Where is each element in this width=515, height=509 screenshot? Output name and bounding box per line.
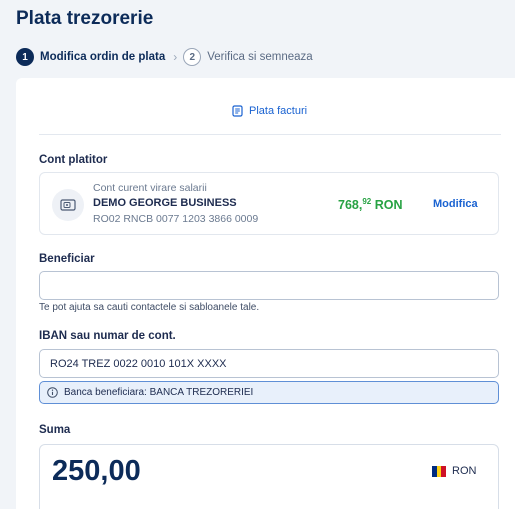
info-icon xyxy=(47,387,58,398)
romania-flag-icon xyxy=(432,465,447,477)
balance-decimals: 92 xyxy=(362,197,372,206)
wallet-icon xyxy=(52,189,84,221)
payer-account-card: Cont curent virare salarii DEMO GEORGE B… xyxy=(39,172,499,235)
beneficiary-hint: Te pot ajuta sa cauti contactele si sabl… xyxy=(39,302,260,313)
stepper: 1 Modifica ordin de plata › 2 Verifica s… xyxy=(16,48,313,66)
currency-label: RON xyxy=(452,465,477,477)
amount-section-label: Suma xyxy=(39,424,71,436)
amount-field[interactable]: 250,00 RON xyxy=(39,444,499,509)
divider xyxy=(39,134,501,135)
balance-main: 768, xyxy=(338,198,363,212)
bank-info-banner: Banca beneficiara: BANCA TREZORERIEI xyxy=(39,381,499,404)
document-icon xyxy=(232,105,243,117)
payer-account-name: DEMO GEORGE BUSINESS xyxy=(93,197,237,209)
page-title: Plata trezorerie xyxy=(16,8,154,29)
payer-section-label: Cont platitor xyxy=(39,154,108,166)
step-1-label: Modifica ordin de plata xyxy=(40,51,166,63)
beneficiary-input[interactable] xyxy=(39,271,499,300)
payer-account-iban: RO02 RNCB 0077 1203 3866 0009 xyxy=(93,213,259,225)
currency-selector[interactable]: RON xyxy=(432,465,476,477)
chevron-right-icon: › xyxy=(173,50,178,64)
modify-payer-button[interactable]: Modifica xyxy=(433,198,478,210)
step-2-label[interactable]: Verifica si semneaza xyxy=(207,51,312,63)
step-2-number: 2 xyxy=(183,48,202,66)
beneficiary-section-label: Beneficiar xyxy=(39,253,95,265)
bank-info-text: Banca beneficiara: BANCA TREZORERIEI xyxy=(64,387,254,398)
iban-input[interactable] xyxy=(39,349,499,378)
payer-balance: 768,92 RON xyxy=(338,197,403,212)
payer-account-type: Cont curent virare salarii xyxy=(93,182,207,194)
step-1-number: 1 xyxy=(16,48,34,66)
iban-section-label: IBAN sau numar de cont. xyxy=(39,330,176,342)
invoice-payment-link[interactable]: Plata facturi xyxy=(232,105,307,117)
balance-currency: RON xyxy=(374,198,403,212)
payment-form-card: Plata facturi Cont platitor Cont curent … xyxy=(16,78,515,509)
amount-value[interactable]: 250,00 xyxy=(52,455,141,488)
invoice-payment-label: Plata facturi xyxy=(249,105,308,117)
flag-stripe-red xyxy=(441,465,447,477)
